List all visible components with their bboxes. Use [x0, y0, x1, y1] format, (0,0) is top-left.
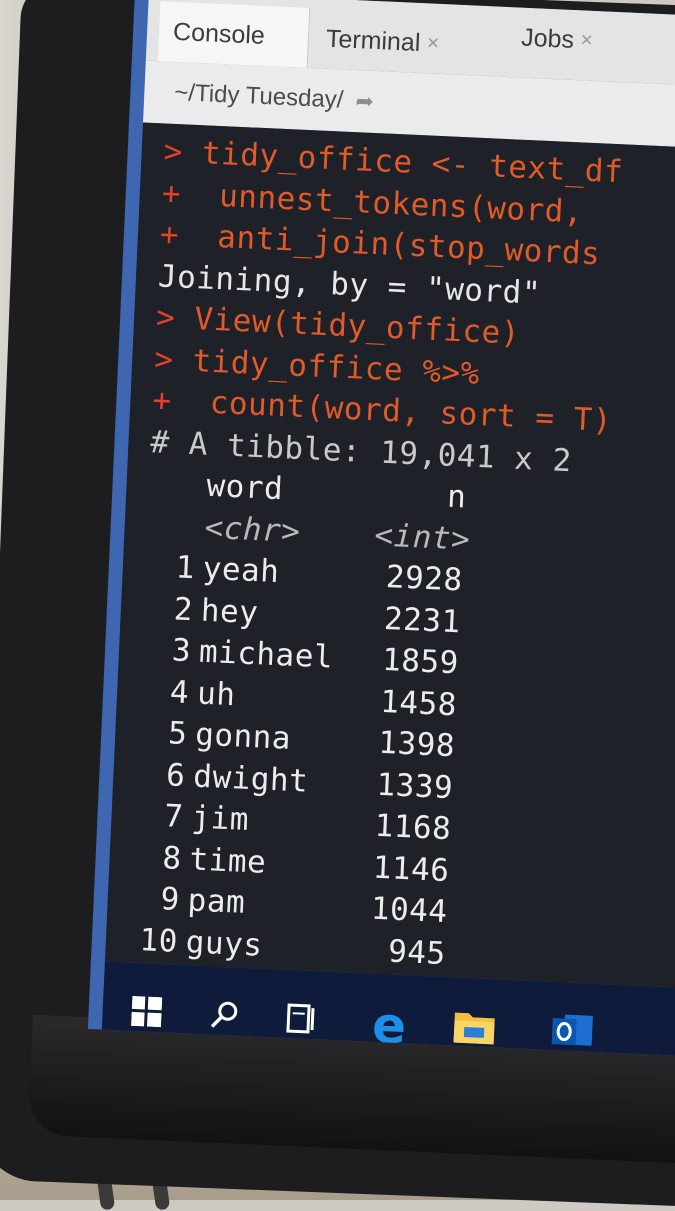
row-index: 8 — [161, 839, 183, 877]
row-count: 2928 — [385, 559, 464, 599]
close-icon[interactable]: ✕ — [426, 33, 440, 54]
tab-terminal[interactable]: Terminal ✕ — [311, 8, 504, 77]
row-count: 1044 — [370, 890, 449, 931]
continuation-symbol: + — [159, 216, 219, 255]
row-index: 6 — [165, 756, 187, 794]
row-index: 5 — [167, 715, 189, 753]
prompt-symbol: > — [162, 133, 203, 172]
row-index: 2 — [172, 590, 194, 628]
row-count: 1168 — [373, 807, 453, 848]
row-count: 1339 — [375, 766, 454, 806]
row-index: 3 — [171, 632, 192, 670]
tab-jobs[interactable]: Jobs ✕ — [506, 7, 629, 72]
column-type-n: <int> — [373, 516, 472, 558]
row-count: 1398 — [377, 724, 456, 765]
monitor-screen: Console Terminal ✕ Jobs ✕ ~/Tidy Tuesday… — [87, 0, 675, 1057]
row-count: 2231 — [383, 600, 462, 640]
row-count: 1146 — [371, 849, 451, 889]
prompt-symbol: > — [153, 340, 194, 379]
row-index: 10 — [138, 921, 179, 960]
file-explorer-icon[interactable] — [451, 1003, 497, 1049]
tab-jobs-label: Jobs — [520, 23, 575, 54]
close-icon[interactable]: ✕ — [580, 30, 594, 51]
row-count: 945 — [387, 932, 447, 972]
row-index: 9 — [159, 881, 181, 918]
prompt-symbol: > — [155, 299, 196, 338]
row-index: 4 — [169, 673, 190, 711]
working-directory-path[interactable]: ~/Tidy Tuesday/ — [174, 79, 344, 115]
task-view-icon[interactable] — [280, 996, 326, 1042]
outlook-icon[interactable] — [549, 1008, 595, 1054]
tab-console[interactable]: Console — [157, 1, 311, 68]
search-icon[interactable] — [202, 992, 248, 1038]
continuation-symbol: + — [151, 382, 211, 421]
row-index: 1 — [174, 549, 196, 587]
continuation-symbol: + — [161, 174, 221, 214]
windows-start-icon[interactable] — [124, 989, 170, 1035]
row-index: 7 — [163, 798, 185, 836]
console-output[interactable]: > tidy_office <- text_df + unnest_tokens… — [104, 122, 675, 1041]
row-count: 1859 — [381, 641, 460, 682]
row-count: 1458 — [379, 683, 458, 723]
tab-terminal-label: Terminal — [325, 24, 422, 57]
go-to-directory-icon[interactable]: ➦ — [355, 88, 375, 115]
tab-console-label: Console — [172, 17, 266, 50]
column-name-n: n — [446, 478, 468, 516]
